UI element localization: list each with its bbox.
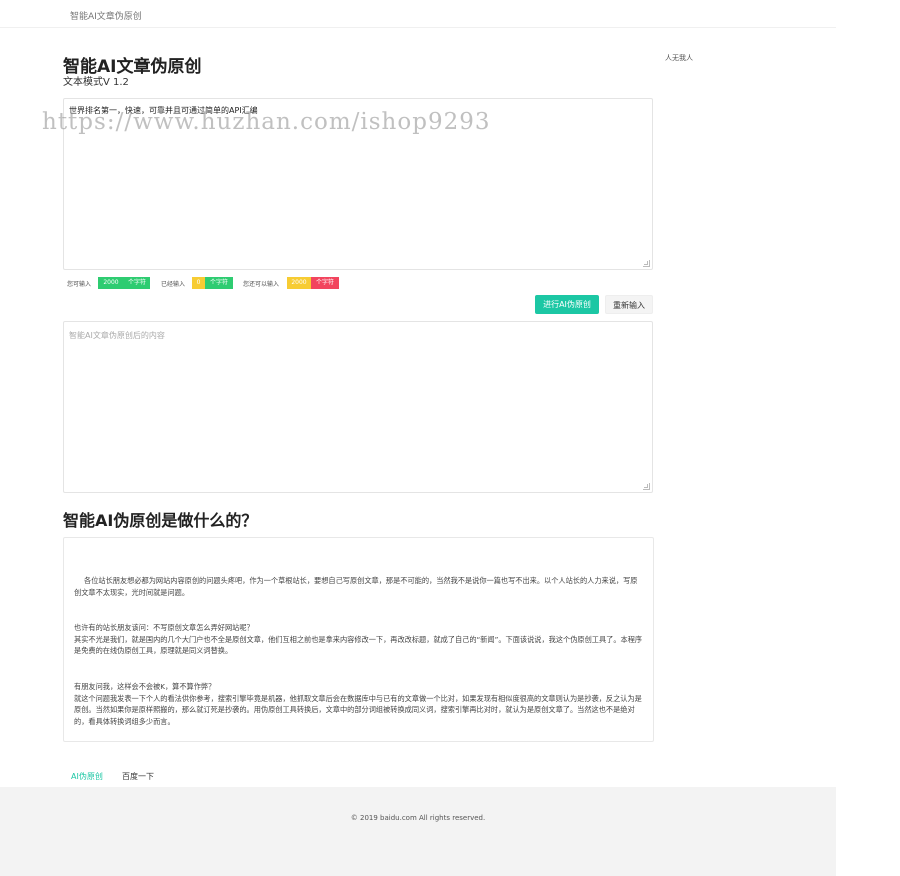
input-text: 世界排名第一，快速，可靠并且可通过简单的API汇编 <box>69 106 258 115</box>
top-navbar: 智能AI文章伪原创 <box>0 0 836 28</box>
article-input-textarea[interactable]: 世界排名第一，快速，可靠并且可通过简单的API汇编 <box>63 98 653 270</box>
info-panel: 各位站长朋友想必都为网站内容原创的问题头疼吧，作为一个草根站长，要想自己写原创文… <box>63 537 654 742</box>
footer-link-ai[interactable]: AI伪原创 <box>71 771 103 782</box>
section-title: 智能AI伪原创是做什么的？ <box>63 511 258 530</box>
footer-link-baidu[interactable]: 百度一下 <box>122 771 154 782</box>
output-placeholder: 智能AI文章伪原创后的内容 <box>69 331 165 340</box>
counter-max-value: 2000 <box>287 277 311 289</box>
counter-max-label: 您还可以输入 <box>243 281 280 288</box>
info-question-2: 也许有的站长朋友该问：不写原创文章怎么弄好网站呢？ <box>74 623 254 632</box>
counter-entered-unit: 个字符 <box>205 277 233 289</box>
counter-allowed-value: 2000 <box>98 277 124 289</box>
counter-entered-value: 0 <box>192 277 205 289</box>
counter-allowed-unit: 个字符 <box>124 277 150 289</box>
rewrite-button[interactable]: 进行AI伪原创 <box>535 295 599 314</box>
counter-allowed-label: 您可输入 <box>67 281 92 288</box>
reset-button[interactable]: 重新输入 <box>605 295 653 314</box>
brand-link[interactable]: 智能AI文章伪原创 <box>70 9 142 22</box>
footer: © 2019 baidu.com All rights reserved. <box>0 787 836 876</box>
resize-handle-icon[interactable] <box>643 483 650 490</box>
info-paragraph-3: 就这个问题我发表一下个人的看法供你参考，搜索引擎毕竟是机器，他抓取文章后会在数据… <box>74 693 642 726</box>
counter-entered-label: 已经输入 <box>161 281 186 288</box>
counter-max-unit: 个字符 <box>311 277 339 289</box>
resize-handle-icon[interactable] <box>643 260 650 267</box>
info-paragraph-2: 其实不光是我们，就是国内的几个大门户也不全是原创文章，他们互相之前也是拿来内容修… <box>74 634 643 656</box>
page-subtitle: 文本模式V 1.2 <box>63 77 129 88</box>
copyright: © 2019 baidu.com All rights reserved. <box>350 814 486 822</box>
output-textarea[interactable]: 智能AI文章伪原创后的内容 <box>63 321 653 493</box>
side-text: 人无我人 <box>665 54 693 62</box>
info-question-3: 有朋友问我，这样会不会被K，算不算作弊？ <box>74 682 216 691</box>
info-paragraph-1: 各位站长朋友想必都为网站内容原创的问题头疼吧，作为一个草根站长，要想自己写原创文… <box>74 576 638 597</box>
